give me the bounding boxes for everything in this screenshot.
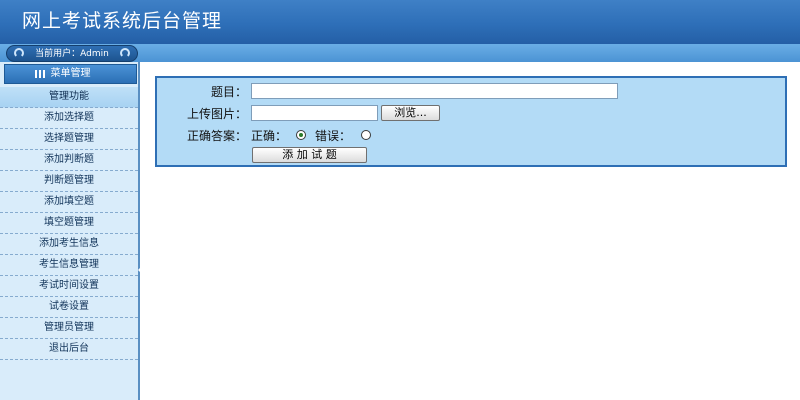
sidebar-item-manage-judge[interactable]: 判断题管理 xyxy=(0,171,138,192)
browse-button[interactable]: 浏览... xyxy=(381,105,440,121)
sidebar-item-add-judge[interactable]: 添加判断题 xyxy=(0,150,138,171)
question-label: 题目： xyxy=(210,85,247,99)
user-left-icon xyxy=(14,48,24,58)
answer-row: 正确答案： 正确： 错误： xyxy=(157,126,785,144)
sidebar-item-paper-settings[interactable]: 试卷设置 xyxy=(0,297,138,318)
sidebar-item-manage-fill[interactable]: 填空题管理 xyxy=(0,213,138,234)
sidebar-item-manage-functions: 管理功能 xyxy=(0,87,138,108)
wrong-option-label: 错误： xyxy=(315,129,352,143)
question-input[interactable] xyxy=(251,83,618,99)
image-label: 上传图片： xyxy=(186,107,247,121)
sidebar-item-add-choice[interactable]: 添加选择题 xyxy=(0,108,138,129)
add-question-form: 题目： 上传图片： 浏览... 正确答案： 正确： 错误： 添 加 试 题 xyxy=(155,76,787,167)
sidebar-item-admin-manage[interactable]: 管理员管理 xyxy=(0,318,138,339)
question-row: 题目： xyxy=(157,82,785,100)
image-row: 上传图片： 浏览... xyxy=(157,104,785,122)
menu-list: 管理功能 添加选择题 选择题管理 添加判断题 判断题管理 添加填空题 填空题管理… xyxy=(0,87,138,360)
sidebar-item-logout[interactable]: 退出后台 xyxy=(0,339,138,360)
app-header: 网上考试系统后台管理 xyxy=(0,0,800,44)
sidebar-item-add-student[interactable]: 添加考生信息 xyxy=(0,234,138,255)
user-right-icon xyxy=(120,48,130,58)
sidebar-collapse-arrow[interactable] xyxy=(138,266,142,274)
image-path-input[interactable] xyxy=(251,105,378,121)
correct-radio[interactable] xyxy=(296,130,306,140)
wrong-radio[interactable] xyxy=(361,130,371,140)
menu-header-label: 菜单管理 xyxy=(50,68,91,79)
sidebar-item-manage-choice[interactable]: 选择题管理 xyxy=(0,129,138,150)
app-title: 网上考试系统后台管理 xyxy=(22,10,223,32)
current-user-bar: 当前用户：Admin xyxy=(6,45,138,62)
sidebar-item-manage-student[interactable]: 考生信息管理 xyxy=(0,255,138,276)
menu-header: 菜单管理 xyxy=(4,64,137,84)
sidebar: 菜单管理 管理功能 添加选择题 选择题管理 添加判断题 判断题管理 添加填空题 … xyxy=(0,62,140,400)
current-user-label: 当前用户：Admin xyxy=(35,49,109,59)
correct-option-label: 正确： xyxy=(251,129,288,143)
answer-label: 正确答案： xyxy=(186,129,247,143)
add-question-button[interactable]: 添 加 试 题 xyxy=(252,147,367,163)
sidebar-item-exam-time[interactable]: 考试时间设置 xyxy=(0,276,138,297)
menu-icon xyxy=(35,70,47,78)
sidebar-item-add-fill[interactable]: 添加填空题 xyxy=(0,192,138,213)
